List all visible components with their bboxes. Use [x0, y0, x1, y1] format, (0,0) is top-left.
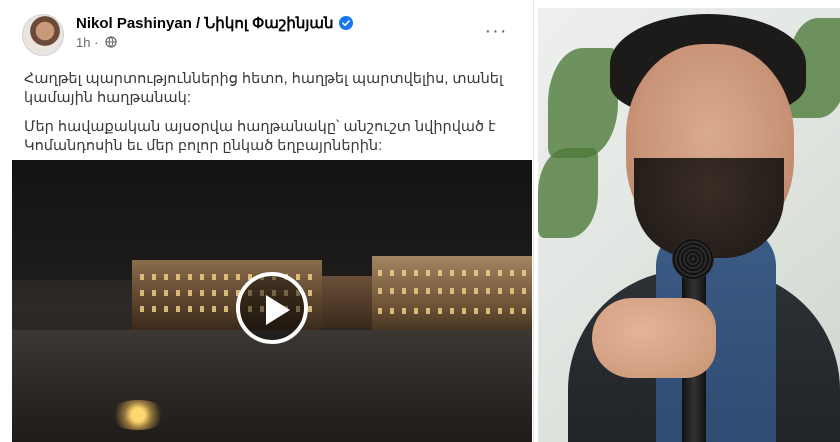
facebook-post: Nikol Pashinyan / Նիկոլ Փաշինյան 1h · ··…	[0, 0, 534, 442]
person-hand	[592, 298, 716, 378]
more-options-icon[interactable]: ···	[482, 21, 510, 42]
video-frame-lights	[108, 400, 168, 430]
post-paragraph-2: Մեր հավաքական այսօրվա հաղթանակը՝ անշուշտ…	[24, 119, 496, 154]
author-name[interactable]: Nikol Pashinyan / Նիկոլ Փաշինյան	[76, 15, 334, 32]
person-beard	[634, 158, 784, 258]
author-line: Nikol Pashinyan / Նիկոլ Փաշինյան	[76, 14, 353, 32]
video-frame-building	[372, 256, 532, 338]
verified-badge-icon	[338, 16, 353, 30]
post-body: Հաղթել պարտություններից հետո, հաղթել պար…	[24, 70, 520, 166]
video-frame-building	[322, 276, 372, 328]
play-icon	[266, 295, 290, 325]
post-paragraph-1: Հաղթել պարտություններից հետո, հաղթել պար…	[24, 71, 503, 106]
play-button[interactable]	[236, 272, 308, 344]
portrait-photo	[538, 8, 840, 442]
post-meta: 1h ·	[76, 35, 117, 50]
microphone-head	[672, 238, 714, 280]
post-timestamp[interactable]: 1h	[76, 35, 90, 50]
video-player[interactable]	[12, 160, 532, 442]
globe-icon	[105, 36, 117, 48]
post-header: Nikol Pashinyan / Նիկոլ Փաշինյան 1h · ··…	[12, 10, 522, 56]
video-frame-square	[12, 330, 532, 442]
avatar[interactable]	[22, 14, 64, 56]
